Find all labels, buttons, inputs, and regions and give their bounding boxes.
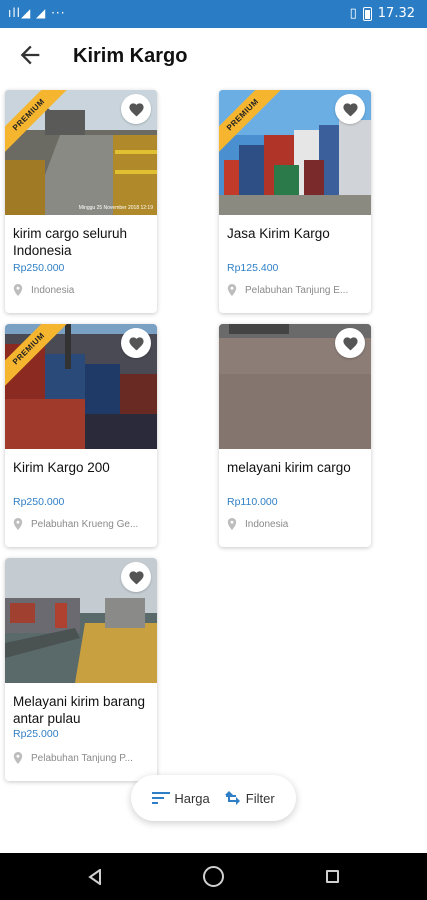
status-icons: ıll◢ ◢ ··· [8, 6, 66, 20]
nav-back-icon[interactable] [88, 869, 102, 885]
nav-home-icon[interactable] [203, 866, 224, 887]
location-pin-icon [13, 284, 23, 296]
listing-location-text: Indonesia [245, 518, 289, 530]
favorite-button[interactable] [121, 328, 151, 358]
listing-location-text: Pelabuhan Krueng Ge... [31, 518, 139, 530]
sort-icon [152, 792, 171, 804]
listing-location: Indonesia [227, 518, 367, 530]
listing-price: Rp125.400 [227, 262, 279, 274]
favorite-button[interactable] [335, 328, 365, 358]
listing-card[interactable]: PREMIUM Jasa Kirim Kargo Rp125.400 Pelab… [219, 90, 371, 313]
listing-location: Pelabuhan Tanjung P... [13, 752, 153, 764]
listing-card[interactable]: PREMIUM Minggu 25 November 2018 12:19 ki… [5, 90, 157, 313]
listing-price: Rp250.000 [13, 262, 65, 274]
listing-location-text: Pelabuhan Tanjung E... [245, 284, 349, 296]
status-time: 17.32 [377, 6, 415, 21]
listing-price: Rp110.000 [227, 496, 278, 508]
listing-price: Rp25.000 [13, 728, 59, 740]
listing-location-text: Pelabuhan Tanjung P... [31, 752, 133, 764]
app-bar: Kirim Kargo [0, 28, 427, 86]
sort-price-label: Harga [174, 790, 210, 806]
battery-icon [362, 6, 372, 21]
listing-name: Kirim Kargo 200 [13, 460, 110, 475]
listing-location: Indonesia [13, 284, 153, 296]
filter-label: Filter [245, 790, 275, 806]
listing-name: Melayani kirim barang antar pulau [13, 694, 146, 726]
back-arrow-icon[interactable] [16, 41, 44, 69]
listing-location-text: Indonesia [31, 284, 75, 296]
sort-price-button[interactable]: Harga [152, 790, 210, 806]
favorite-button[interactable] [121, 94, 151, 124]
listing-name: melayani kirim cargo [227, 460, 351, 475]
location-pin-icon [13, 518, 23, 530]
nav-recents-icon[interactable] [326, 870, 339, 883]
filter-button[interactable]: Filter [224, 791, 275, 806]
heart-icon [342, 103, 358, 117]
favorite-button[interactable] [121, 562, 151, 592]
heart-icon [128, 103, 144, 117]
listing-name: kirim cargo seluruh Indonesia [13, 226, 128, 258]
listing-location: Pelabuhan Krueng Ge... [13, 518, 153, 530]
favorite-button[interactable] [335, 94, 365, 124]
listing-photo [5, 558, 157, 683]
listing-card[interactable]: Melayani kirim barang antar pulau Rp25.0… [5, 558, 157, 781]
listing-location: Pelabuhan Tanjung E... [227, 284, 367, 296]
photo-caption: Minggu 25 November 2018 12:19 [78, 205, 153, 211]
swap-icon [224, 791, 240, 805]
listing-card[interactable]: PREMIUM Kirim Kargo 200 Rp250.000 Pelabu… [5, 324, 157, 547]
sort-filter-bar: Harga Filter [131, 775, 296, 821]
heart-icon [128, 571, 144, 585]
vibrate-icon: ▯ [349, 6, 357, 21]
listing-card[interactable]: melayani kirim cargo Rp110.000 Indonesia [219, 324, 371, 547]
page-title: Kirim Kargo [73, 45, 188, 67]
listing-name: Jasa Kirim Kargo [227, 226, 330, 241]
location-pin-icon [227, 518, 237, 530]
heart-icon [342, 337, 358, 351]
status-bar: ıll◢ ◢ ··· ▯ 17.32 [0, 0, 427, 28]
system-nav-bar [0, 853, 427, 900]
location-pin-icon [13, 752, 23, 764]
listing-photo: PREMIUM Minggu 25 November 2018 12:19 [5, 90, 157, 215]
listing-photo [219, 324, 371, 449]
location-pin-icon [227, 284, 237, 296]
listing-price: Rp250.000 [13, 496, 65, 508]
listing-photo: PREMIUM [219, 90, 371, 215]
heart-icon [128, 337, 144, 351]
listing-photo: PREMIUM [5, 324, 157, 449]
